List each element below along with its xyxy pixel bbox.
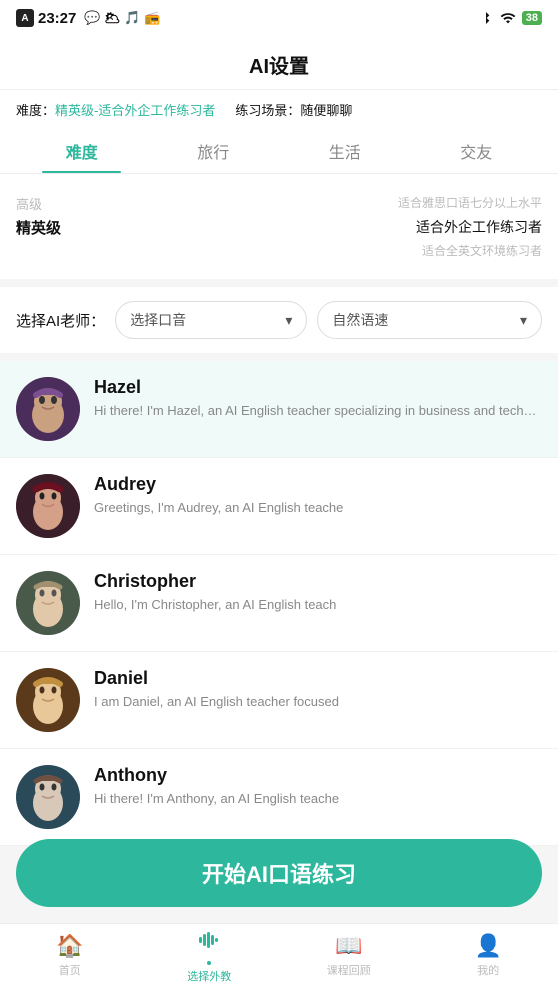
speed-value: 自然语速 [332, 310, 388, 330]
teacher-item-audrey[interactable]: Audrey Greetings, I'm Audrey, an AI Engl… [0, 458, 558, 555]
teacher-name-daniel: Daniel [94, 668, 542, 689]
tab-life[interactable]: 生活 [279, 129, 411, 173]
teacher-info-hazel: Hazel Hi there! I'm Hazel, an AI English… [94, 377, 542, 420]
diff-info: 难度：精英级-适合外企工作练习者 [16, 100, 215, 119]
diff-desc-elite: 适合外企工作练习者 [285, 217, 542, 238]
diff-desc-extra: 适合全英文环境练习者 [285, 242, 542, 259]
wifi-icon [500, 10, 516, 26]
selector-label: 选择AI老师： [16, 310, 105, 331]
status-right: 38 [478, 10, 542, 26]
difficulty-section: 高级 适合雅思口语七分以上水平 精英级 适合外企工作练习者 适合全英文环境练习者 [0, 174, 558, 279]
nav-home[interactable]: 🏠 首页 [0, 924, 140, 993]
nav-select-teacher[interactable]: 选择外教 [140, 924, 280, 993]
teacher-selector-row: 选择AI老师： 选择口音 ▾ 自然语速 ▾ [0, 287, 558, 353]
teacher-desc-daniel: I am Daniel, an AI English teacher focus… [94, 693, 542, 711]
status-left: A 23:27 💬 🌥 🎵 📻 [16, 9, 160, 27]
teacher-name-anthony: Anthony [94, 765, 542, 786]
diff-desc-high: 适合雅思口语七分以上水平 [285, 194, 542, 213]
teacher-desc-audrey: Greetings, I'm Audrey, an AI English tea… [94, 499, 542, 517]
nav-select-teacher-label: 选择外教 [187, 968, 231, 984]
teacher-name-christopher: Christopher [94, 571, 542, 592]
home-icon: 🏠 [56, 933, 83, 959]
teacher-name-audrey: Audrey [94, 474, 542, 495]
nav-active-dot [207, 961, 211, 965]
course-review-icon: 📖 [335, 933, 362, 959]
notif-icons: 💬 🌥 🎵 📻 [84, 10, 160, 26]
teacher-info-daniel: Daniel I am Daniel, an AI English teache… [94, 668, 542, 711]
profile-icon: 👤 [475, 933, 502, 959]
accent-dropdown[interactable]: 选择口音 ▾ [115, 301, 307, 339]
teacher-item-daniel[interactable]: Daniel I am Daniel, an AI English teache… [0, 652, 558, 749]
teacher-desc-hazel: Hi there! I'm Hazel, an AI English teach… [94, 402, 542, 420]
teacher-item-christopher[interactable]: Christopher Hello, I'm Christopher, an A… [0, 555, 558, 652]
nav-profile-label: 我的 [477, 962, 499, 978]
start-button-container: 开始AI口语练习 [0, 823, 558, 923]
bottom-nav: 🏠 首页 选择外教 📖 课程回顾 👤 我的 [0, 923, 558, 993]
avatar-hazel [16, 377, 80, 441]
page-title: AI设置 [249, 56, 309, 78]
nav-course-review[interactable]: 📖 课程回顾 [279, 924, 419, 993]
avatar-anthony [16, 765, 80, 829]
avatar-daniel [16, 668, 80, 732]
teacher-info-audrey: Audrey Greetings, I'm Audrey, an AI Engl… [94, 474, 542, 517]
speed-dropdown[interactable]: 自然语速 ▾ [317, 301, 542, 339]
nav-home-label: 首页 [59, 962, 81, 978]
teacher-name-hazel: Hazel [94, 377, 542, 398]
avatar-face-anthony [16, 765, 80, 829]
page-header: AI设置 [0, 36, 558, 90]
speed-dropdown-icon: ▾ [520, 312, 527, 329]
avatar-face-audrey [16, 474, 80, 538]
start-ai-button[interactable]: 开始AI口语练习 [16, 839, 542, 907]
tab-difficulty[interactable]: 难度 [16, 129, 148, 173]
bluetooth-icon [478, 10, 494, 26]
select-teacher-icon [197, 928, 221, 958]
info-bar: 难度：精英级-适合外企工作练习者 练习场景：随便聊聊 [0, 90, 558, 129]
teacher-desc-anthony: Hi there! I'm Anthony, an AI English tea… [94, 790, 542, 808]
avatar-audrey [16, 474, 80, 538]
teacher-item-hazel[interactable]: Hazel Hi there! I'm Hazel, an AI English… [0, 361, 558, 458]
diff-level-elite: 精英级 [16, 217, 273, 238]
tab-social[interactable]: 交友 [411, 129, 543, 173]
tabs-row: 难度 旅行 生活 交友 [0, 129, 558, 174]
accent-dropdown-icon: ▾ [285, 312, 292, 329]
avatar-face-daniel [16, 668, 80, 732]
nav-course-label: 课程回顾 [327, 962, 371, 978]
status-bar: A 23:27 💬 🌥 🎵 📻 38 [0, 0, 558, 36]
nav-profile[interactable]: 👤 我的 [419, 924, 558, 993]
status-time: 23:27 [38, 10, 76, 27]
battery-level: 38 [522, 11, 542, 25]
app-icon: A [16, 9, 34, 27]
teacher-info-anthony: Anthony Hi there! I'm Anthony, an AI Eng… [94, 765, 542, 808]
scene-info: 练习场景：随便聊聊 [235, 100, 352, 119]
teacher-info-christopher: Christopher Hello, I'm Christopher, an A… [94, 571, 542, 614]
avatar-christopher [16, 571, 80, 635]
diff-level-high: 高级 [16, 194, 273, 213]
teacher-desc-christopher: Hello, I'm Christopher, an AI English te… [94, 596, 542, 614]
avatar-face-christopher [16, 571, 80, 635]
avatar-face-hazel [16, 377, 80, 441]
teacher-list: Hazel Hi there! I'm Hazel, an AI English… [0, 361, 558, 846]
accent-placeholder: 选择口音 [130, 310, 186, 330]
tab-travel[interactable]: 旅行 [148, 129, 280, 173]
